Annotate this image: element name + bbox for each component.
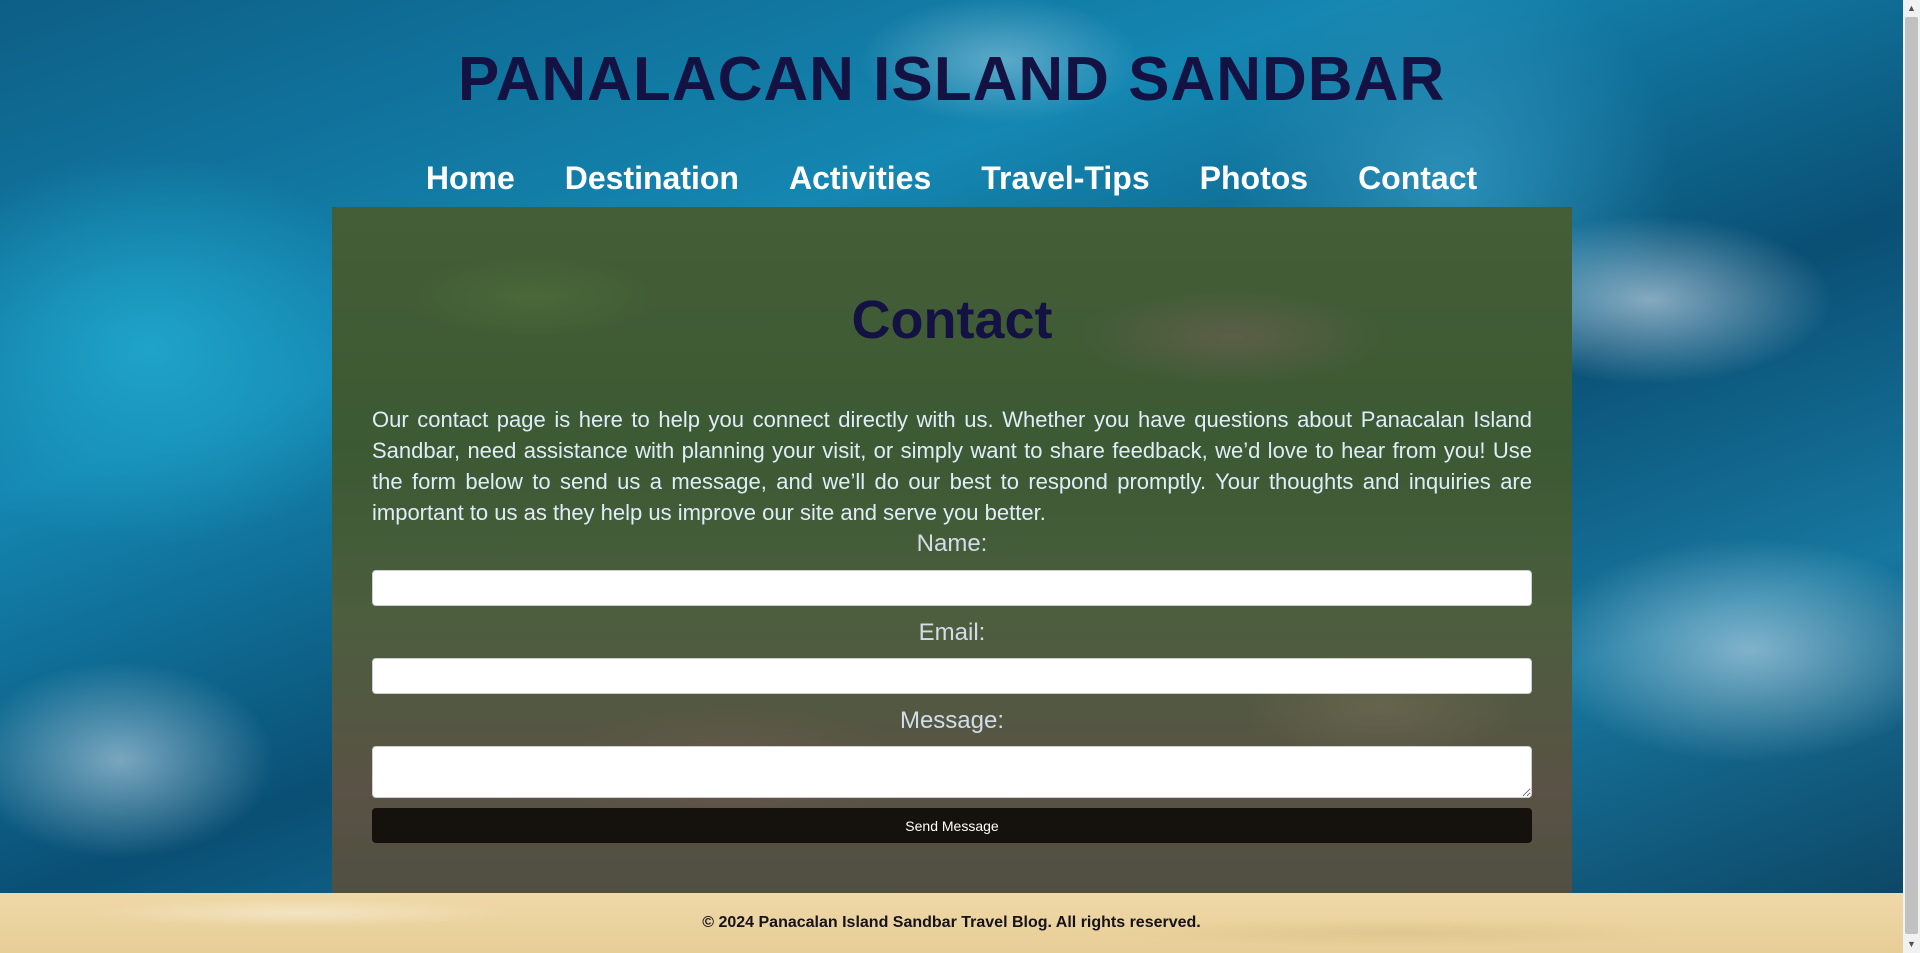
scroll-down-arrow-icon[interactable]: ▼ [1903,936,1920,953]
contact-heading: Contact [851,290,1053,350]
email-label: Email: [918,619,986,646]
main-nav: Home Destination Activities Travel-Tips … [0,160,1903,197]
site-title: PANALACAN ISLAND SANDBAR [457,45,1446,114]
nav-activities[interactable]: Activities [789,160,931,197]
vertical-scrollbar[interactable]: ▲ ▼ [1903,0,1920,953]
footer-copyright: © 2024 Panacalan Island Sandbar Travel B… [702,914,1201,931]
email-input[interactable] [372,658,1532,694]
nav-contact[interactable]: Contact [1358,160,1477,197]
message-label: Message: [899,707,1005,734]
scroll-thumb[interactable] [1905,17,1918,934]
nav-home[interactable]: Home [426,160,515,197]
contact-section: Contact Our contact page is here to help… [332,207,1572,893]
message-textarea[interactable] [372,746,1532,798]
nav-photos[interactable]: Photos [1200,160,1308,197]
send-message-button[interactable]: Send Message [372,808,1532,843]
name-label: Name: [916,530,988,557]
scroll-up-arrow-icon[interactable]: ▲ [1903,0,1920,17]
nav-travel-tips[interactable]: Travel-Tips [981,160,1149,197]
name-input[interactable] [372,570,1532,606]
nav-destination[interactable]: Destination [565,160,739,197]
footer: © 2024 Panacalan Island Sandbar Travel B… [0,893,1903,953]
contact-intro: Our contact page is here to help you con… [372,407,1532,525]
